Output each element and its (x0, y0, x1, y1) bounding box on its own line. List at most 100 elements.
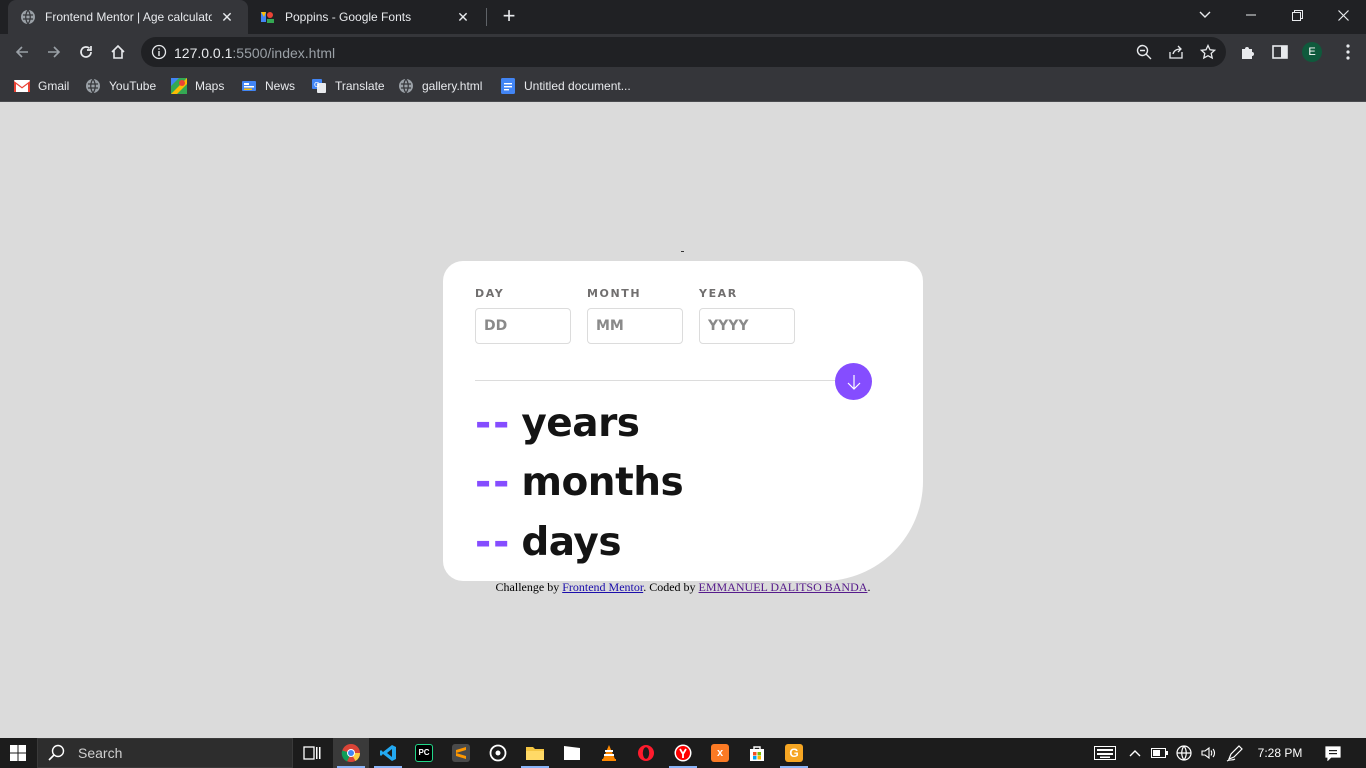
maps-icon (171, 78, 187, 94)
zoom-icon[interactable] (1136, 44, 1152, 60)
media-disc-icon[interactable] (480, 738, 516, 768)
bookmark-untitled-document[interactable]: Untitled document... (500, 76, 631, 96)
tab-title: Poppins - Google Fonts (285, 10, 412, 24)
network-globe-icon[interactable] (1174, 738, 1194, 768)
url-text: 127.0.0.1:5500/index.html (174, 45, 335, 61)
author-link[interactable]: EMMANUEL DALITSO BANDA (699, 580, 868, 594)
taskbar-search[interactable]: Search (37, 738, 293, 768)
attribution-middle: . Coded by (643, 580, 699, 594)
days-value: -- (475, 520, 512, 565)
keyboard-icon[interactable] (1090, 738, 1120, 768)
pycharm-icon[interactable]: PC (406, 738, 442, 768)
extensions-puzzle-icon[interactable] (1239, 43, 1257, 61)
forward-arrow-icon[interactable] (41, 39, 67, 65)
close-window-icon[interactable] (1320, 0, 1366, 30)
stray-dot (681, 251, 684, 252)
vscode-icon[interactable] (370, 738, 406, 768)
vlc-icon[interactable] (591, 738, 627, 768)
attribution-suffix: . (867, 580, 871, 594)
bookmark-star-icon[interactable] (1199, 43, 1217, 60)
tab-poppins-google-fonts[interactable]: Poppins - Google Fonts ✕ (248, 0, 484, 34)
translate-icon: G (311, 78, 327, 94)
reload-icon[interactable] (73, 39, 99, 65)
frontend-mentor-link[interactable]: Frontend Mentor (562, 580, 643, 594)
minimize-icon[interactable] (1228, 0, 1274, 30)
task-view-icon[interactable] (294, 738, 330, 768)
menu-kebab-icon[interactable] (1340, 43, 1356, 61)
years-result: -- years (475, 399, 640, 449)
bookmark-label: Untitled document... (524, 79, 631, 93)
url-host: 127.0.0.1 (174, 45, 233, 61)
video-editor-icon[interactable] (554, 738, 590, 768)
months-result: -- months (475, 458, 684, 508)
xampp-icon[interactable]: x (702, 738, 738, 768)
month-input[interactable] (587, 308, 683, 344)
back-arrow-icon[interactable] (9, 39, 35, 65)
file-explorer-icon[interactable] (517, 738, 553, 768)
browser-tab-strip: Frontend Mentor | Age calculator ✕ Poppi… (0, 0, 1366, 34)
close-tab-icon[interactable]: ✕ (218, 8, 236, 26)
home-icon[interactable] (105, 39, 131, 65)
tab-age-calculator[interactable]: Frontend Mentor | Age calculator ✕ (8, 0, 248, 34)
address-bar[interactable]: 127.0.0.1:5500/index.html (141, 37, 1226, 67)
bookmark-label: Translate (335, 79, 385, 93)
tab-title: Frontend Mentor | Age calculator (45, 10, 212, 24)
tab-search-chevron-icon[interactable] (1182, 0, 1228, 30)
microsoft-store-icon[interactable] (739, 738, 775, 768)
bookmark-gmail[interactable]: Gmail (14, 76, 69, 96)
url-path: :5500/index.html (232, 45, 336, 61)
globe-icon (20, 9, 36, 25)
browser-toolbar: 127.0.0.1:5500/index.html E (0, 34, 1366, 70)
windows-start-icon[interactable] (0, 738, 36, 768)
age-calculator-card: DAY MONTH YEAR --years --months --days (443, 261, 923, 581)
windows-taskbar: Search PC x G 7:28 PM (0, 738, 1366, 768)
profile-avatar[interactable]: E (1302, 42, 1322, 62)
arrow-down-icon (847, 374, 860, 390)
volume-icon[interactable] (1198, 738, 1218, 768)
attribution: Challenge by Frontend Mentor. Coded by E… (0, 580, 1366, 595)
yandex-browser-icon[interactable] (665, 738, 701, 768)
page-viewport: DAY MONTH YEAR --years --months --days C… (0, 103, 1366, 738)
pen-ink-icon[interactable] (1224, 738, 1246, 768)
restore-icon[interactable] (1274, 0, 1320, 30)
bookmark-gallery[interactable]: gallery.html (398, 76, 482, 96)
bookmark-news[interactable]: News (241, 76, 295, 96)
google-docs-icon (500, 78, 516, 94)
google-fonts-icon (260, 9, 276, 25)
bookmark-maps[interactable]: Maps (171, 76, 224, 96)
years-value: -- (475, 401, 512, 446)
year-input[interactable] (699, 308, 795, 344)
bookmark-label: Maps (195, 79, 225, 93)
opera-icon[interactable] (628, 738, 664, 768)
notifications-icon[interactable] (1318, 738, 1348, 768)
years-unit: years (521, 401, 640, 446)
bookmark-translate[interactable]: G Translate (311, 76, 385, 96)
search-placeholder: Search (78, 745, 123, 761)
year-field: YEAR (699, 287, 795, 344)
new-tab-icon[interactable]: + (498, 5, 520, 27)
globe-icon (398, 78, 414, 94)
share-icon[interactable] (1168, 44, 1184, 60)
month-field: MONTH (587, 287, 683, 344)
day-field: DAY (475, 287, 571, 344)
svg-text:G: G (314, 81, 319, 89)
calculate-button[interactable] (835, 363, 872, 400)
bookmark-youtube[interactable]: YouTube (85, 76, 156, 96)
battery-icon[interactable] (1150, 738, 1170, 768)
day-input[interactable] (475, 308, 571, 344)
site-info-icon[interactable] (151, 44, 167, 60)
tray-chevron-up-icon[interactable] (1126, 738, 1144, 768)
orange-app-icon[interactable]: G (776, 738, 812, 768)
days-result: -- days (475, 518, 622, 568)
chrome-icon[interactable] (333, 738, 369, 768)
side-panel-icon[interactable] (1271, 43, 1289, 61)
days-unit: days (521, 520, 622, 565)
bookmark-label: YouTube (109, 79, 157, 93)
bookmarks-bar: Gmail YouTube Maps News G Translate gall… (0, 70, 1366, 102)
close-tab-icon[interactable]: ✕ (454, 8, 472, 26)
sublime-text-icon[interactable] (443, 738, 479, 768)
taskbar-clock[interactable]: 7:28 PM (1250, 738, 1310, 768)
form-divider (475, 380, 855, 381)
attribution-prefix: Challenge by (495, 580, 563, 594)
day-label: DAY (475, 287, 505, 300)
